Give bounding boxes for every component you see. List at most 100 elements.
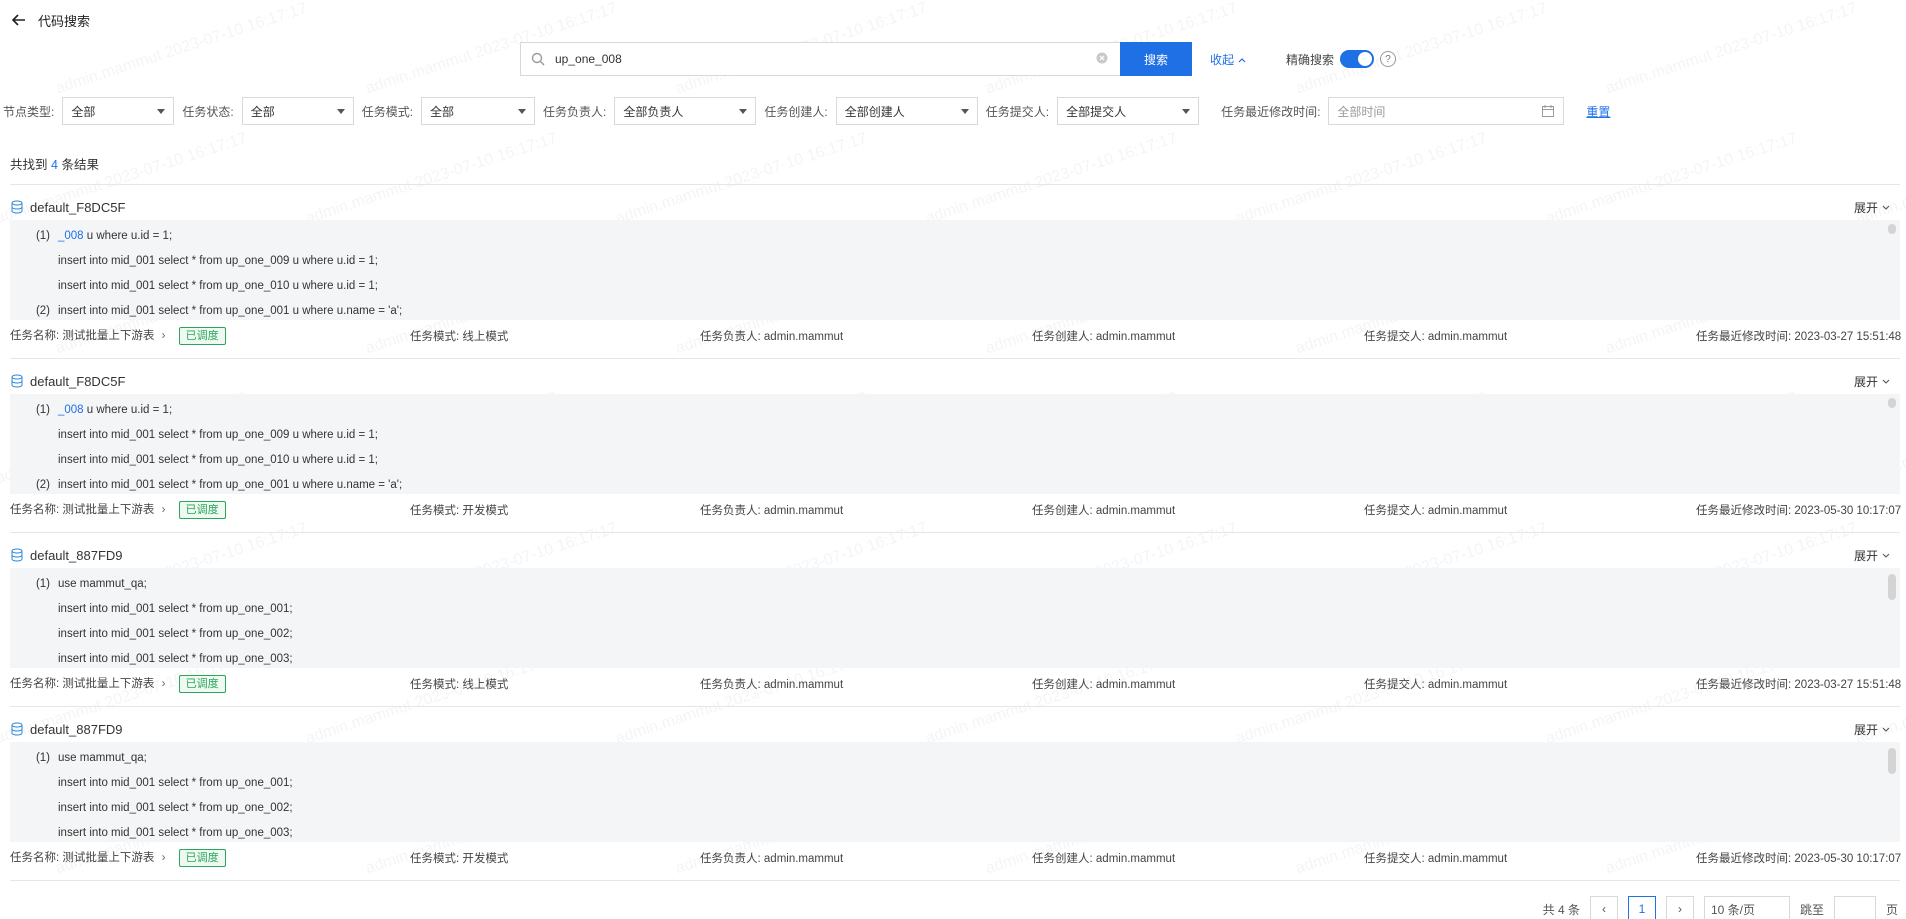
expand-toggle[interactable]: 展开 [1854, 373, 1890, 390]
expand-toggle[interactable]: 展开 [1854, 547, 1890, 564]
line-number: (1) [35, 404, 50, 416]
task-owner: 任务负责人: admin.mammut [700, 850, 1032, 866]
scrollbar[interactable] [1888, 574, 1896, 600]
modified-time-value: 2023-05-30 10:17:07 [1794, 505, 1902, 517]
task-owner-select[interactable]: 全部负责人 [614, 97, 757, 125]
task-creator-value: admin.mammut [1095, 853, 1176, 865]
line-number: (2) [35, 305, 50, 317]
chevron-right-icon: › [161, 330, 166, 342]
clear-icon[interactable] [1096, 52, 1110, 66]
scrollbar[interactable] [1888, 748, 1896, 774]
scrollbar[interactable] [1888, 224, 1896, 234]
search-input[interactable] [553, 51, 1088, 67]
modified-time-picker[interactable]: 全部时间 [1328, 97, 1565, 125]
chevron-down-icon [960, 108, 969, 114]
code-text: insert into mid_001 select * from up_one… [58, 305, 403, 317]
filter-label-task-submitter: 任务提交人: [985, 104, 1050, 119]
page-number-button[interactable]: 1 [1627, 896, 1656, 919]
task-name-link[interactable]: 测试批量上下游表 [62, 852, 154, 864]
chevron-down-icon [739, 108, 748, 114]
expand-toggle[interactable]: 展开 [1854, 199, 1890, 216]
filter-label-node-type: 节点类型: [3, 104, 55, 119]
result-title[interactable]: default_F8DC5F [10, 374, 125, 389]
result-header: default_F8DC5F 展开 [10, 196, 1900, 218]
task-creator: 任务创建人: admin.mammut [1032, 850, 1364, 866]
task-submitter-select[interactable]: 全部提交人 [1057, 97, 1200, 125]
task-name-link[interactable]: 测试批量上下游表 [62, 330, 154, 342]
code-line: insert into mid_001 select * from up_one… [10, 597, 1900, 622]
task-owner-label: 任务负责人: [700, 505, 761, 517]
chevron-down-icon [157, 108, 166, 114]
task-name: 任务名称: 测试批量上下游表 › 已调度 [10, 501, 410, 519]
modified-time-label: 任务最近修改时间: [1696, 853, 1792, 865]
help-icon[interactable]: ? [1380, 51, 1397, 67]
task-creator-value: admin.mammut [1095, 331, 1176, 343]
chevron-up-icon [1238, 52, 1246, 66]
code-text: insert into mid_001 select * from up_one… [58, 653, 293, 665]
next-page-button[interactable]: › [1665, 896, 1694, 919]
task-submitter-value: admin.mammut [1427, 679, 1508, 691]
task-submitter: 任务提交人: admin.mammut [1364, 328, 1696, 344]
line-number: (2) [35, 479, 50, 491]
task-modified-time: 任务最近修改时间: 2023-05-30 10:17:07 [1696, 850, 1901, 866]
divider [10, 184, 1900, 185]
code-snippet: (1) use mammut_qa; insert into mid_001 s… [10, 742, 1900, 842]
divider [10, 880, 1900, 881]
result-title[interactable]: default_887FD9 [10, 548, 123, 563]
code-line: insert into mid_001 select * from up_one… [10, 647, 1900, 668]
task-submitter-label: 任务提交人: [1364, 331, 1425, 343]
node-type-select[interactable]: 全部 [62, 97, 175, 125]
task-status-select[interactable]: 全部 [241, 97, 354, 125]
database-icon [10, 200, 24, 214]
task-owner: 任务负责人: admin.mammut [700, 328, 1032, 344]
task-mode-select[interactable]: 全部 [421, 97, 536, 125]
code-text: insert into mid_001 select * from up_one… [58, 429, 378, 441]
search-box[interactable] [520, 42, 1120, 76]
database-icon [10, 722, 24, 736]
code-line: (1) use mammut_qa; [10, 572, 1900, 597]
task-owner-label: 任务负责人: [700, 853, 761, 865]
reset-link[interactable]: 重置 [1586, 103, 1610, 120]
result-name: default_F8DC5F [30, 373, 126, 389]
search-button[interactable]: 搜索 [1120, 42, 1192, 76]
filter-label-task-status: 任务状态: [182, 104, 234, 119]
node-type-value: 全部 [71, 104, 96, 119]
arrow-left-icon[interactable] [10, 11, 28, 29]
task-creator-value: admin.mammut [1095, 679, 1176, 691]
task-creator: 任务创建人: admin.mammut [1032, 328, 1364, 344]
modified-time-label: 任务最近修改时间: [1696, 331, 1792, 343]
precise-search-toggle[interactable] [1340, 50, 1375, 68]
page-size-select[interactable]: 10 条/页 [1703, 896, 1790, 919]
divider [10, 532, 1900, 533]
collapse-toggle[interactable]: 收起 [1210, 51, 1246, 68]
task-owner-value: admin.mammut [763, 331, 844, 343]
scrollbar[interactable] [1888, 398, 1896, 408]
task-name: 任务名称: 测试批量上下游表 › 已调度 [10, 327, 410, 345]
result-meta: 任务名称: 测试批量上下游表 › 已调度 任务模式: 线上模式 任务负责人: a… [10, 668, 1901, 700]
task-creator-select[interactable]: 全部创建人 [835, 97, 978, 125]
task-owner-value: admin.mammut [763, 505, 844, 517]
expand-toggle[interactable]: 展开 [1854, 721, 1890, 738]
result-title[interactable]: default_F8DC5F [10, 200, 125, 215]
task-modified-time: 任务最近修改时间: 2023-03-27 15:51:48 [1696, 328, 1901, 344]
pagination-total: 共 4 条 [1542, 902, 1580, 917]
code-text: insert into mid_001 select * from up_one… [58, 454, 378, 466]
task-status-value: 全部 [250, 104, 275, 119]
chevron-down-icon [336, 108, 345, 114]
task-submitter: 任务提交人: admin.mammut [1364, 676, 1696, 692]
prev-page-button[interactable]: ‹ [1589, 896, 1618, 919]
code-snippet: (1) _008 u where u.id = 1; insert into m… [10, 394, 1900, 494]
result-title[interactable]: default_887FD9 [10, 722, 123, 737]
task-submitter-value: 全部提交人 [1066, 104, 1127, 119]
code-search-page: admin.mammut 2023-07-10 16:17:17 admin.ma… [0, 0, 1906, 919]
task-mode-value: 线上模式 [462, 331, 509, 343]
task-owner-value: 全部负责人 [623, 104, 684, 119]
task-name-link[interactable]: 测试批量上下游表 [62, 504, 154, 516]
code-text: insert into mid_001 select * from up_one… [58, 603, 293, 615]
chevron-down-icon [518, 108, 527, 114]
code-text: insert into mid_001 select * from up_one… [58, 255, 378, 267]
code-line: insert into mid_001 select * from up_one… [10, 274, 1900, 299]
task-name-label: 任务名称: [10, 504, 60, 516]
jump-page-input[interactable] [1833, 896, 1876, 919]
task-name-link[interactable]: 测试批量上下游表 [62, 678, 154, 690]
